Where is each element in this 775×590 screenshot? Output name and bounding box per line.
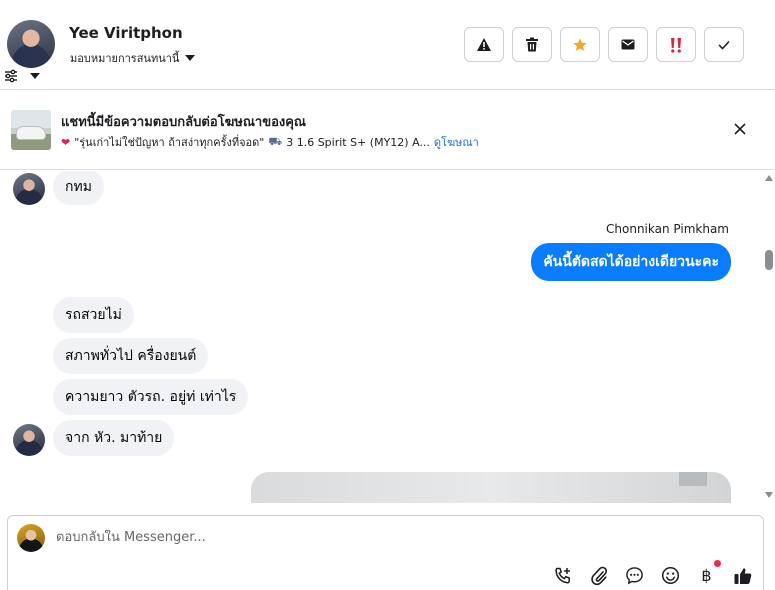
attach-button[interactable] bbox=[587, 564, 610, 587]
ad-text: "รุ่นเก่าไม่ใช่ปัญหา ถ้าสง่าทุกครั้งที่จ… bbox=[74, 136, 265, 149]
reply-composer: ฿ bbox=[7, 515, 764, 590]
message-thread[interactable]: กทม Chonnikan Pimkham คันนี้ตัดสดได้อย่า… bbox=[0, 171, 763, 503]
chevron-down-icon bbox=[30, 73, 40, 79]
baht-icon: ฿ bbox=[701, 566, 712, 585]
contact-name[interactable]: Yee Viritphon bbox=[69, 24, 183, 42]
warning-icon bbox=[477, 38, 491, 51]
spam-button[interactable] bbox=[464, 27, 504, 62]
scroll-thumb[interactable] bbox=[765, 250, 773, 270]
close-icon bbox=[734, 123, 746, 135]
sliders-icon bbox=[4, 69, 18, 83]
like-button[interactable] bbox=[731, 564, 754, 587]
call-add-icon bbox=[554, 567, 570, 583]
call-add-button[interactable] bbox=[551, 564, 574, 587]
check-icon bbox=[718, 40, 730, 50]
envelope-icon bbox=[621, 39, 635, 50]
message-bubble-incoming[interactable]: รถสวยไม่ bbox=[53, 297, 134, 333]
message-bubble-incoming[interactable]: ความยาว ตัวรถ. อยู่ท่ เท่าไร bbox=[53, 379, 249, 415]
scroll-up-arrow[interactable] bbox=[765, 175, 773, 181]
payment-button[interactable]: ฿ bbox=[695, 560, 721, 587]
page-avatar bbox=[17, 524, 45, 552]
car-icon: ⛟ bbox=[268, 134, 283, 148]
thread-scrollbar[interactable] bbox=[763, 171, 775, 503]
view-ad-link[interactable]: ดูโฆษณา bbox=[434, 133, 479, 151]
message-bubble-incoming[interactable]: กทม bbox=[53, 171, 104, 205]
car-text: 3 1.6 Spirit S+ (MY12) A... bbox=[286, 135, 430, 149]
trash-icon bbox=[526, 37, 538, 52]
close-banner-button[interactable] bbox=[731, 120, 749, 138]
filter-dropdown[interactable] bbox=[4, 69, 40, 83]
banner-title: แชทนี้มีข้อความตอบกลับต่อโฆษณาของคุณ bbox=[61, 115, 306, 130]
message-bubble-incoming[interactable]: สภาพทั่วไป ครื่องยนต์ bbox=[53, 338, 209, 374]
mark-unread-button[interactable] bbox=[608, 27, 648, 62]
emoji-icon bbox=[661, 566, 680, 585]
star-icon bbox=[573, 37, 587, 51]
contact-avatar[interactable] bbox=[7, 20, 55, 68]
conversation-actions bbox=[464, 27, 744, 62]
chevron-down-icon bbox=[185, 55, 196, 61]
mark-done-button[interactable] bbox=[704, 27, 744, 62]
composer-tools: ฿ bbox=[551, 560, 754, 587]
assign-conversation-dropdown[interactable]: มอบหมายการสนทนานี้ bbox=[70, 49, 196, 67]
ad-reply-banner: แชทนี้มีข้อความตอบกลับต่อโฆษณาของคุณ ❤ "… bbox=[0, 90, 775, 170]
assign-label: มอบหมายการสนทนานี้ bbox=[70, 52, 180, 65]
saved-reply-icon bbox=[626, 567, 643, 585]
notification-dot bbox=[714, 560, 721, 567]
contact-avatar-small bbox=[13, 173, 45, 205]
message-bubble-outgoing[interactable]: คันนี้ตัดสดได้อย่างเดียวนะคะ bbox=[531, 243, 731, 281]
contact-avatar-small bbox=[13, 424, 45, 456]
reply-input[interactable] bbox=[56, 530, 556, 545]
ad-thumbnail[interactable] bbox=[11, 110, 51, 150]
scroll-down-arrow[interactable] bbox=[765, 492, 773, 498]
double-exclamation-icon bbox=[671, 37, 681, 53]
delete-button[interactable] bbox=[512, 27, 552, 62]
conversation-header: Yee Viritphon มอบหมายการสนทนานี้ bbox=[0, 0, 775, 90]
message-bubble-incoming[interactable]: จาก หัว. มาท้าย bbox=[53, 420, 175, 456]
thumbs-up-icon bbox=[734, 567, 751, 584]
paperclip-icon bbox=[590, 566, 607, 585]
heart-icon: ❤ bbox=[61, 135, 71, 149]
sender-name: Chonnikan Pimkham bbox=[606, 222, 729, 236]
ad-details: ❤ "รุ่นเก่าไม่ใช่ปัญหา ถ้าสง่าทุกครั้งที… bbox=[61, 133, 479, 151]
emoji-button[interactable] bbox=[659, 564, 682, 587]
image-attachment[interactable] bbox=[251, 472, 731, 503]
saved-replies-button[interactable] bbox=[623, 564, 646, 587]
star-button[interactable] bbox=[560, 27, 600, 62]
follow-up-button[interactable] bbox=[656, 27, 696, 62]
